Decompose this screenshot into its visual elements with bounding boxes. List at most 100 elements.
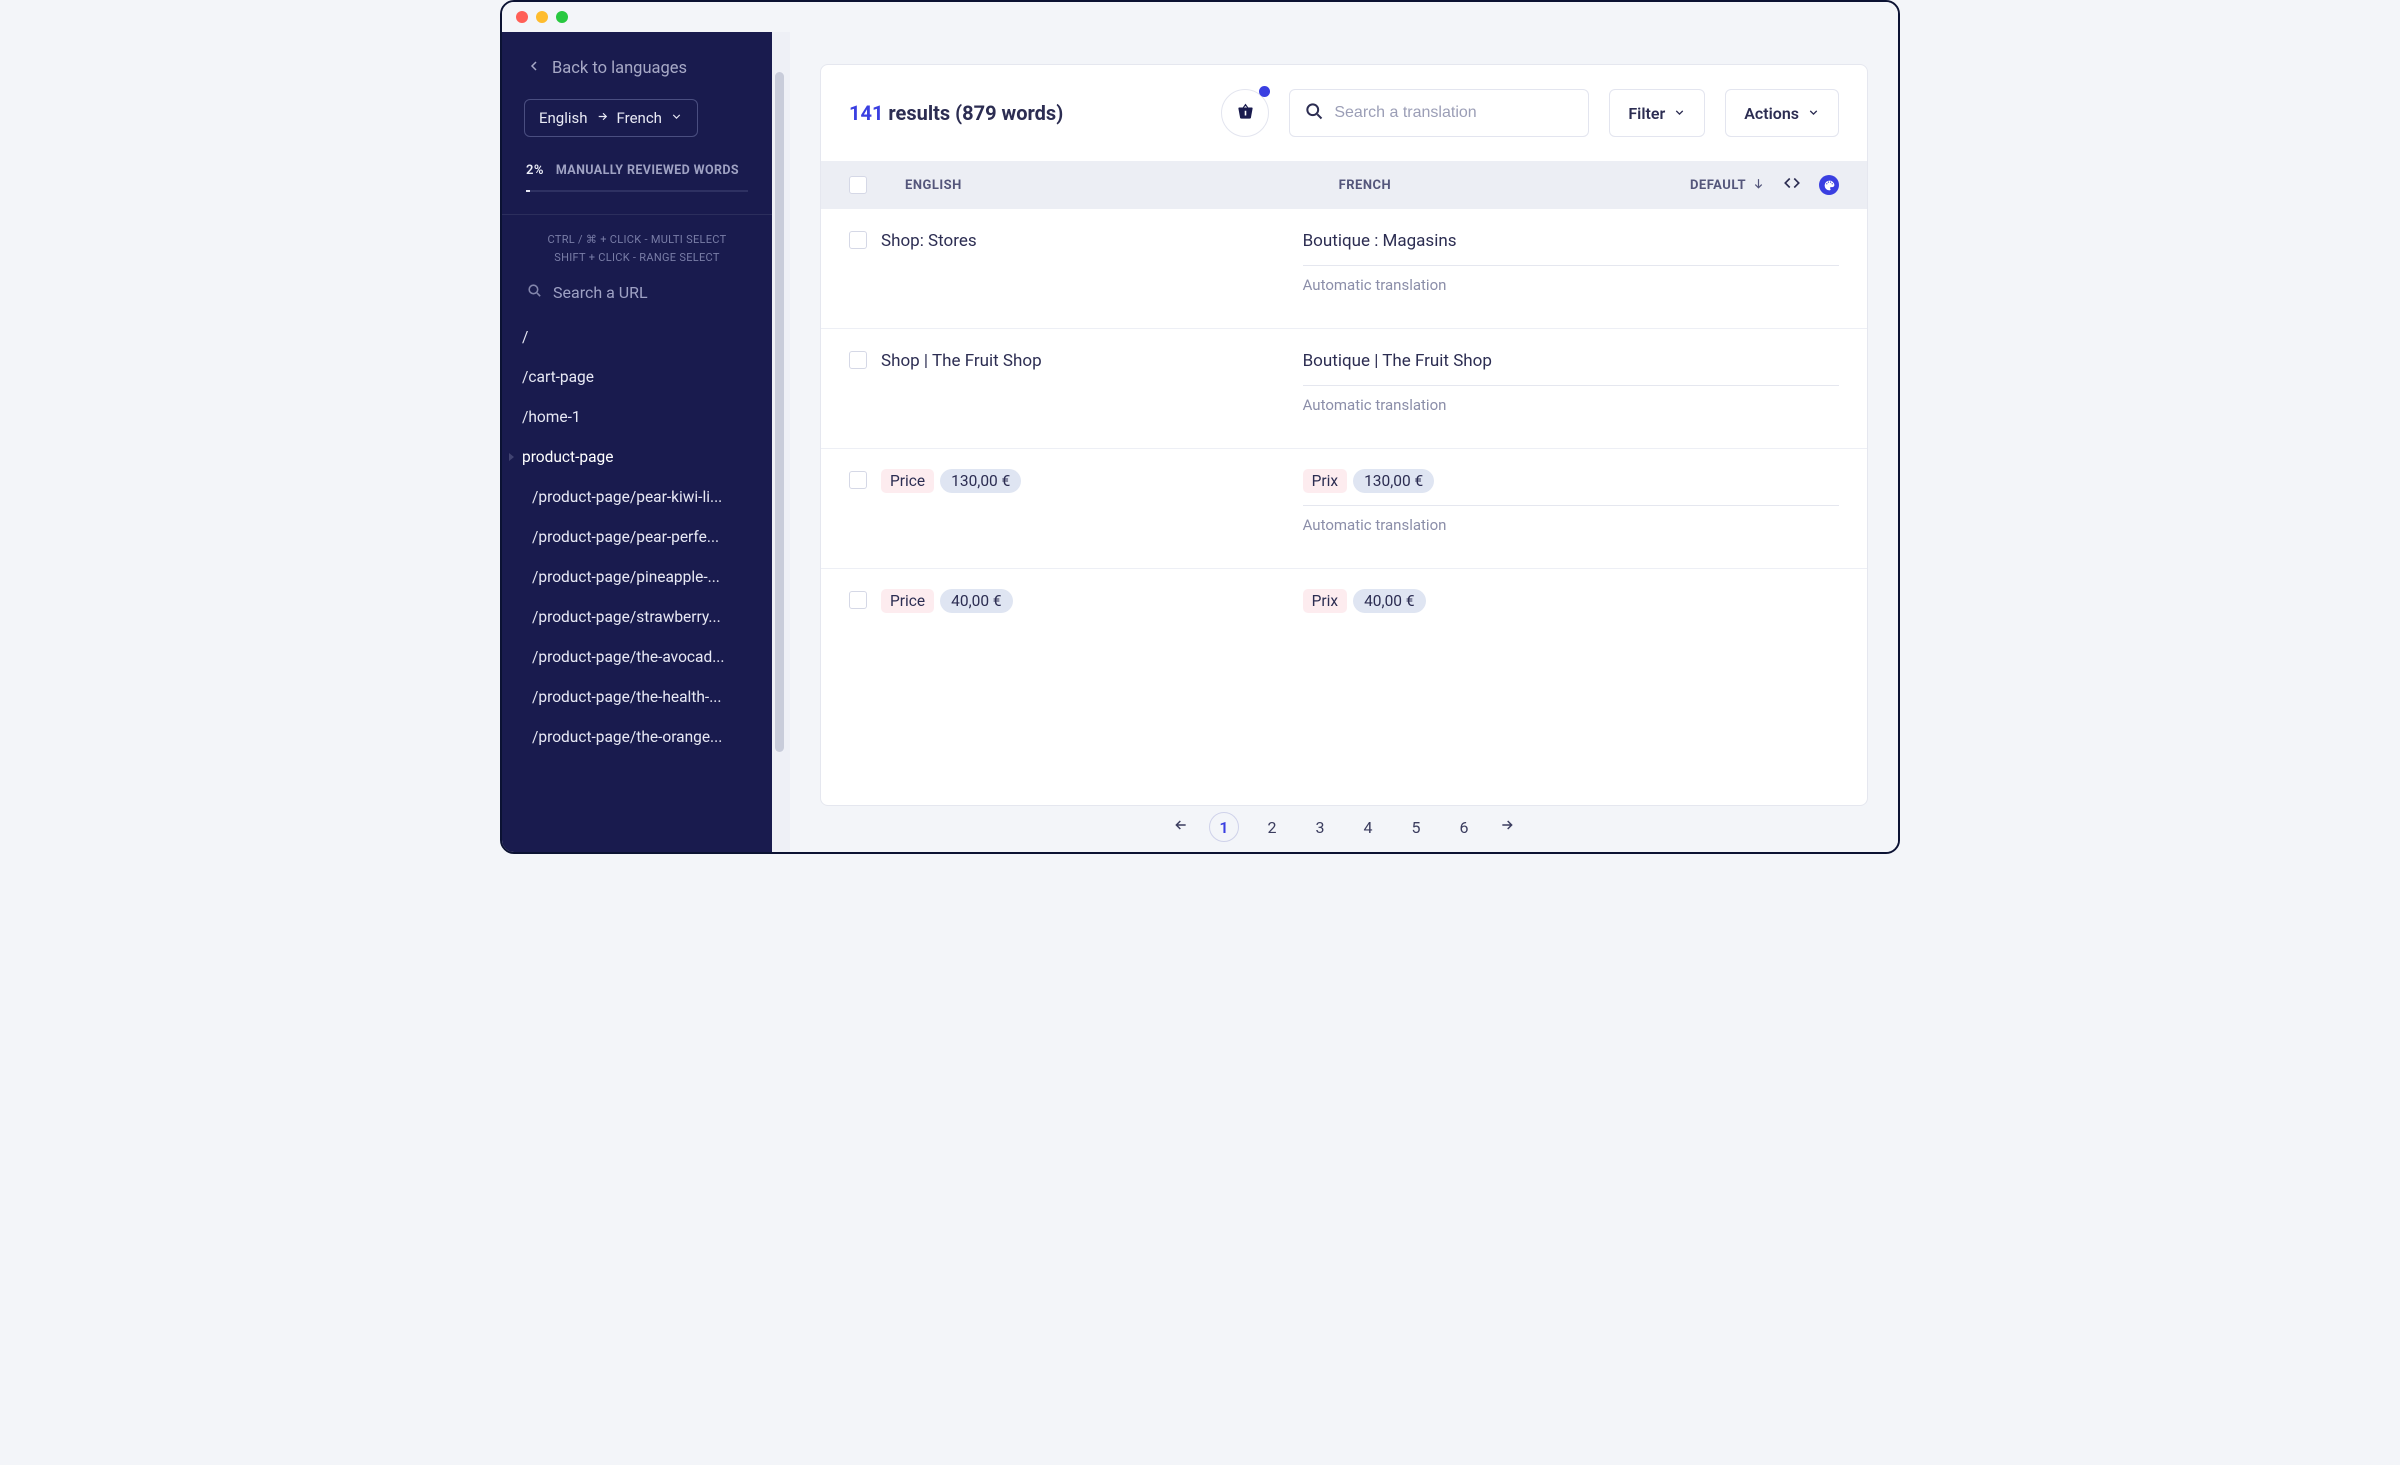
review-label: MANUALLY REVIEWED WORDS <box>556 163 739 178</box>
french-text[interactable]: Prix40,00 € <box>1303 591 1839 611</box>
table-row: Shop | The Fruit Shop Boutique | The Frui… <box>821 329 1867 449</box>
window-minimize-icon[interactable] <box>536 11 548 23</box>
row-checkbox[interactable] <box>849 471 867 489</box>
divider <box>502 214 772 215</box>
sidebar-url-item[interactable]: /home-1 <box>502 397 772 437</box>
row-checkbox[interactable] <box>849 231 867 249</box>
arrow-left-icon <box>526 58 542 79</box>
back-to-languages-link[interactable]: Back to languages <box>502 42 772 93</box>
language-pair-selector[interactable]: English French <box>524 99 698 137</box>
sidebar-url-item[interactable]: /product-page/the-orange... <box>502 717 772 757</box>
sidebar-url-item[interactable]: /cart-page <box>502 357 772 397</box>
table-rows: Shop: Stores Boutique : Magasins Automatic… <box>821 209 1867 805</box>
titlebar <box>502 2 1898 32</box>
chip-label: Price <box>881 589 934 613</box>
automatic-translation-label: Automatic translation <box>1303 276 1839 294</box>
notification-badge-icon <box>1259 86 1270 97</box>
table-header: ENGLISH FRENCH DEFAULT <box>821 161 1867 209</box>
results-summary: 141 results (879 words) <box>849 101 1063 125</box>
chip-value: 130,00 € <box>940 469 1021 493</box>
search-input-wrapper <box>1289 89 1589 137</box>
french-text[interactable]: Boutique | The Fruit Shop <box>1303 351 1839 371</box>
review-pct: 2% <box>526 163 544 178</box>
filter-label: Filter <box>1628 104 1665 123</box>
search-icon <box>1304 101 1324 125</box>
chip-label: Price <box>881 469 934 493</box>
results-label: results <box>888 101 950 125</box>
page-number[interactable]: 3 <box>1305 812 1335 842</box>
hint-rangeselect: SHIFT + CLICK - RANGE SELECT <box>512 249 762 267</box>
translations-panel: 141 results (879 words) <box>820 64 1868 806</box>
lang-from: English <box>539 109 588 127</box>
sidebar-url-item[interactable]: /product-page/pear-perfe... <box>502 517 772 557</box>
chip-value: 130,00 € <box>1353 469 1434 493</box>
window-close-icon[interactable] <box>516 11 528 23</box>
palette-button[interactable] <box>1819 175 1839 195</box>
chevron-down-icon <box>1807 104 1820 123</box>
review-progress-bar <box>526 190 748 192</box>
chip-value: 40,00 € <box>940 589 1012 613</box>
code-view-button[interactable] <box>1783 174 1801 196</box>
sidebar-url-item[interactable]: /product-page/strawberry... <box>502 597 772 637</box>
automatic-translation-label: Automatic translation <box>1303 396 1839 414</box>
search-icon <box>526 282 543 303</box>
sidebar-url-item[interactable]: / <box>502 317 772 357</box>
app-window: Back to languages English French 2% MANU… <box>500 0 1900 854</box>
row-checkbox[interactable] <box>849 591 867 609</box>
sidebar-url-item[interactable]: /product-page/the-health-... <box>502 677 772 717</box>
french-text[interactable]: Prix130,00 € <box>1303 471 1839 491</box>
col-default-label: DEFAULT <box>1690 178 1746 193</box>
col-default-sort[interactable]: DEFAULT <box>1690 177 1765 194</box>
search-input[interactable] <box>1334 104 1574 122</box>
filter-button[interactable]: Filter <box>1609 89 1705 137</box>
chevron-down-icon <box>670 109 683 127</box>
automatic-translation-label: Automatic translation <box>1303 516 1839 534</box>
keyboard-hints: CTRL / ⌘ + CLICK - MULTI SELECT SHIFT + … <box>502 227 772 276</box>
page-number[interactable]: 2 <box>1257 812 1287 842</box>
toolbar: 141 results (879 words) <box>821 65 1867 161</box>
page-number[interactable]: 5 <box>1401 812 1431 842</box>
sidebar-url-item[interactable]: product-page <box>502 437 772 477</box>
chip-value: 40,00 € <box>1353 589 1425 613</box>
main-content: 141 results (879 words) <box>790 32 1898 852</box>
review-progress: 2% MANUALLY REVIEWED WORDS <box>502 157 772 190</box>
results-words: (879 words) <box>955 101 1063 125</box>
pagination: 123456 <box>790 806 1898 852</box>
arrow-right-icon <box>596 109 609 127</box>
page-number[interactable]: 4 <box>1353 812 1383 842</box>
lang-to: French <box>617 109 662 127</box>
chevron-down-icon <box>1673 104 1686 123</box>
sidebar: Back to languages English French 2% MANU… <box>502 32 772 852</box>
col-french[interactable]: FRENCH <box>1339 178 1672 193</box>
table-row: Shop: Stores Boutique : Magasins Automatic… <box>821 209 1867 329</box>
english-text[interactable]: Price130,00 € <box>881 471 1021 491</box>
results-count: 141 <box>849 101 883 125</box>
arrow-down-icon <box>1752 177 1765 194</box>
actions-button[interactable]: Actions <box>1725 89 1839 137</box>
sidebar-search-placeholder: Search a URL <box>553 283 648 302</box>
page-number[interactable]: 1 <box>1209 812 1239 842</box>
sidebar-url-item[interactable]: /product-page/pear-kiwi-li... <box>502 477 772 517</box>
table-row: Price40,00 €Prix40,00 € <box>821 569 1867 645</box>
sidebar-url-item[interactable]: /product-page/the-avocad... <box>502 637 772 677</box>
sidebar-url-item[interactable]: /product-page/pineapple-... <box>502 557 772 597</box>
window-maximize-icon[interactable] <box>556 11 568 23</box>
page-number[interactable]: 6 <box>1449 812 1479 842</box>
chip-label: Prix <box>1303 589 1348 613</box>
english-text[interactable]: Price40,00 € <box>881 591 1013 611</box>
page-next-button[interactable] <box>1499 817 1515 837</box>
sidebar-search[interactable]: Search a URL <box>502 276 772 317</box>
actions-label: Actions <box>1744 104 1799 123</box>
english-text[interactable]: Shop: Stores <box>881 231 977 251</box>
english-text[interactable]: Shop | The Fruit Shop <box>881 351 1042 371</box>
row-checkbox[interactable] <box>849 351 867 369</box>
sidebar-scrollbar[interactable] <box>772 32 790 852</box>
table-row: Price130,00 €Prix130,00 €Automatic trans… <box>821 449 1867 569</box>
page-prev-button[interactable] <box>1173 817 1189 837</box>
url-list: //cart-page/home-1product-page/product-p… <box>502 317 772 852</box>
basket-icon <box>1236 102 1255 125</box>
select-all-checkbox[interactable] <box>849 176 867 194</box>
shopping-basket-button[interactable] <box>1221 89 1269 137</box>
col-english[interactable]: ENGLISH <box>885 178 1321 193</box>
french-text[interactable]: Boutique : Magasins <box>1303 231 1839 251</box>
